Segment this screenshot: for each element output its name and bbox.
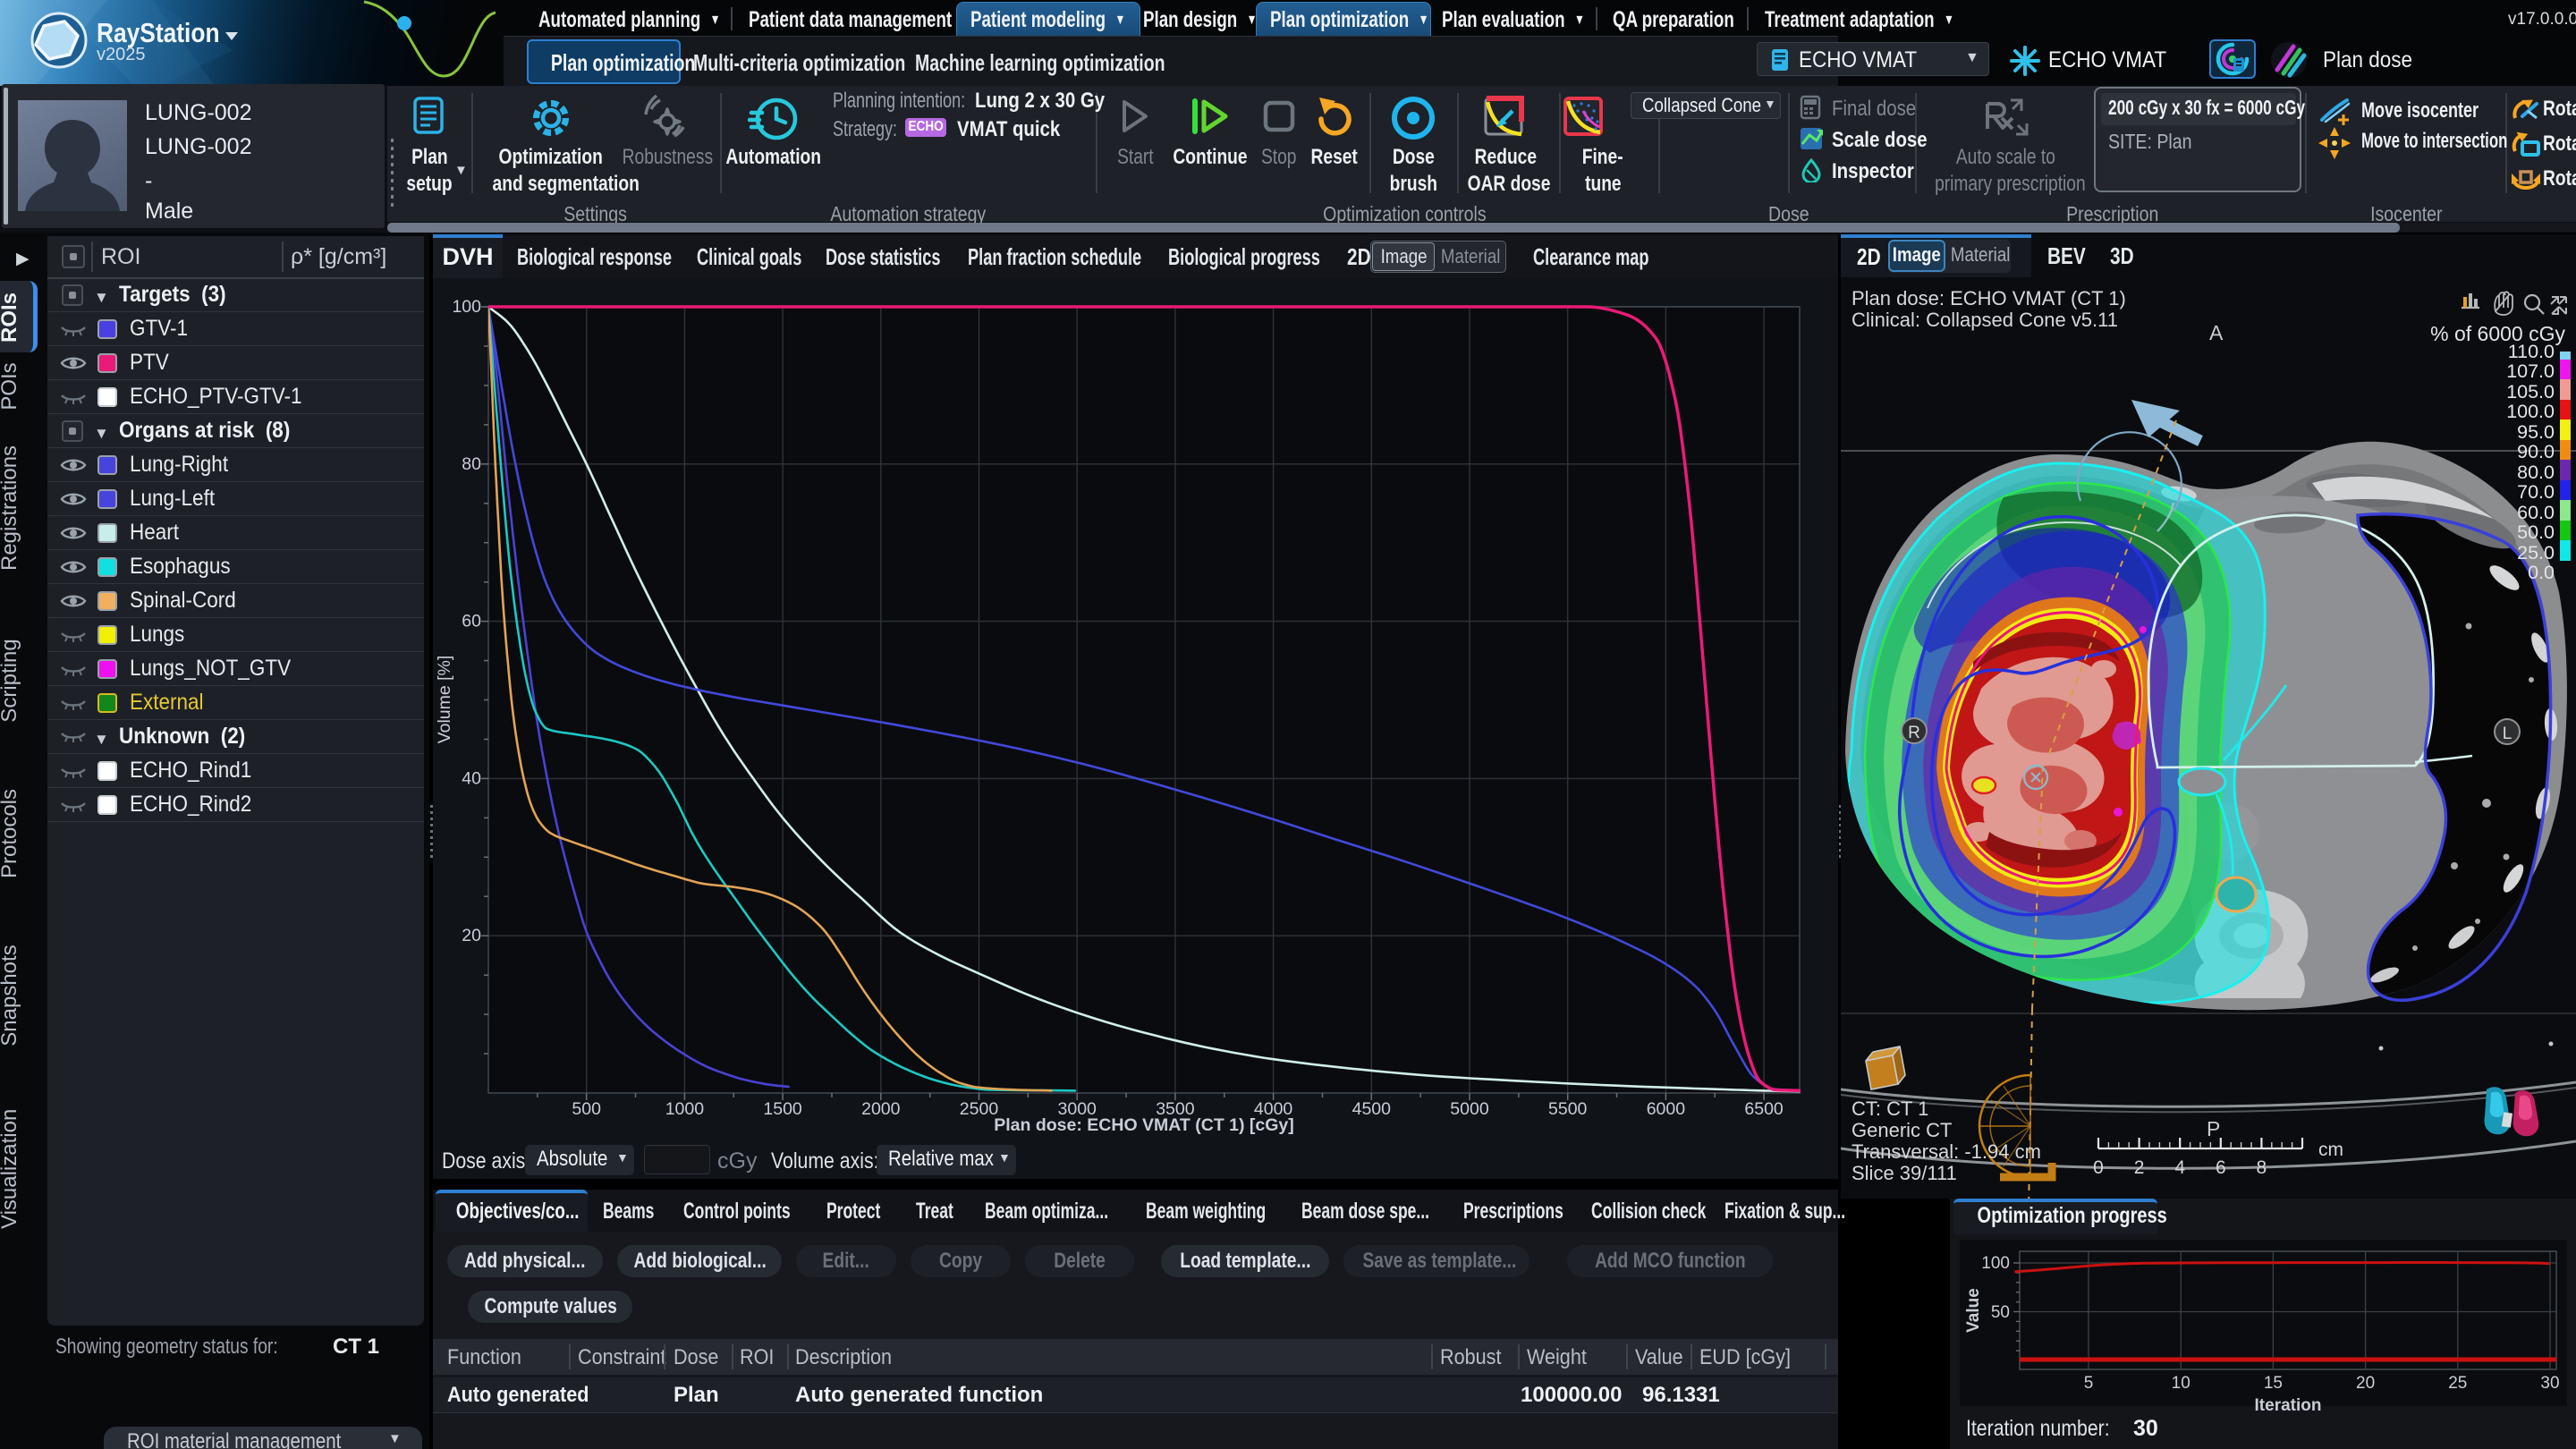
svg-text:80: 80 (462, 454, 481, 474)
svg-text:1500: 1500 (763, 1099, 802, 1119)
svg-text:6000: 6000 (1647, 1099, 1686, 1119)
svg-text:110.0: 110.0 (2508, 341, 2555, 362)
svg-text:20: 20 (2356, 1374, 2375, 1393)
svg-text:60.0: 60.0 (2517, 502, 2555, 523)
svg-text:1000: 1000 (665, 1099, 705, 1119)
svg-text:Iteration: Iteration (2255, 1396, 2322, 1415)
svg-text:6: 6 (2216, 1157, 2226, 1178)
svg-text:Plan dose: ECHO VMAT (CT 1): Plan dose: ECHO VMAT (CT 1) (1852, 287, 2126, 309)
svg-text:5: 5 (2084, 1374, 2094, 1393)
svg-text:A: A (2209, 321, 2224, 344)
svg-text:P: P (2207, 1117, 2220, 1140)
svg-text:50.0: 50.0 (2517, 521, 2555, 543)
svg-text:107.0: 107.0 (2506, 360, 2555, 382)
svg-text:8: 8 (2257, 1157, 2267, 1178)
svg-text:cm: cm (2318, 1140, 2343, 1160)
svg-text:15: 15 (2264, 1374, 2283, 1393)
svg-text:100: 100 (1981, 1254, 2010, 1273)
svg-text:4: 4 (2174, 1157, 2185, 1178)
svg-text:R: R (1908, 724, 1920, 742)
svg-text:Generic CT: Generic CT (1852, 1119, 1952, 1141)
svg-text:L: L (2503, 724, 2512, 743)
svg-text:Volume [%]: Volume [%] (435, 656, 454, 744)
svg-text:Transversal: -1.94 cm: Transversal: -1.94 cm (1852, 1140, 2041, 1163)
svg-text:5500: 5500 (1548, 1099, 1588, 1119)
svg-text:2: 2 (2134, 1157, 2145, 1178)
svg-text:60: 60 (462, 612, 481, 631)
svg-text:2500: 2500 (960, 1099, 999, 1119)
svg-text:10: 10 (2172, 1374, 2190, 1393)
svg-text:6500: 6500 (1744, 1099, 1784, 1119)
svg-text:0.0: 0.0 (2528, 562, 2555, 583)
svg-text:25: 25 (2448, 1374, 2467, 1393)
svg-text:95.0: 95.0 (2517, 421, 2555, 443)
svg-text:4500: 4500 (1352, 1099, 1392, 1119)
svg-text:Plan dose: ECHO VMAT (CT 1) [c: Plan dose: ECHO VMAT (CT 1) [cGy] (994, 1115, 1294, 1135)
svg-text:70.0: 70.0 (2517, 481, 2555, 503)
svg-text:500: 500 (572, 1099, 601, 1119)
svg-text:Slice 39/111: Slice 39/111 (1852, 1162, 1957, 1184)
svg-text:2000: 2000 (861, 1099, 901, 1119)
svg-text:CT: CT 1: CT: CT 1 (1852, 1097, 1928, 1120)
svg-text:25.0: 25.0 (2517, 542, 2555, 564)
svg-text:80.0: 80.0 (2517, 462, 2555, 483)
svg-text:100: 100 (452, 297, 481, 317)
svg-text:90.0: 90.0 (2517, 441, 2555, 462)
svg-text:20: 20 (462, 926, 481, 945)
svg-text:50: 50 (1991, 1303, 2010, 1322)
svg-text:Value: Value (1964, 1288, 1983, 1333)
svg-text:Clinical: Collapsed Cone v5.11: Clinical: Collapsed Cone v5.11 (1852, 309, 2118, 331)
svg-text:0: 0 (2093, 1157, 2104, 1178)
svg-text:5000: 5000 (1450, 1099, 1489, 1119)
svg-text:v2025: v2025 (97, 45, 146, 64)
svg-text:105.0: 105.0 (2506, 381, 2555, 402)
svg-text:40: 40 (462, 768, 481, 788)
svg-text:100.0: 100.0 (2506, 401, 2555, 422)
svg-text:30: 30 (2540, 1374, 2559, 1393)
